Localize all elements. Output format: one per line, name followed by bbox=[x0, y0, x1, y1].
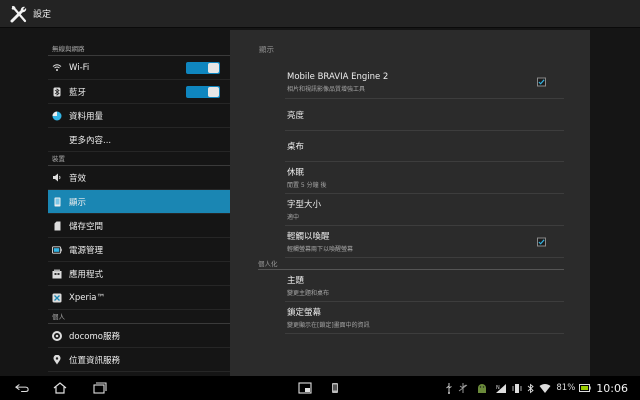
setting-title: 鎖定螢幕 bbox=[287, 308, 322, 318]
setting-tap-to-wake[interactable]: 輕觸以喚醒 輕觸螢幕兩下以喚醒螢幕 bbox=[285, 226, 564, 258]
setting-title: 桌布 bbox=[287, 142, 305, 152]
toggle-knob bbox=[208, 87, 219, 97]
setting-subtitle: 閒置 5 分鐘 後 bbox=[287, 182, 327, 189]
tap-to-wake-checkbox[interactable] bbox=[537, 237, 546, 246]
page-title: 設定 bbox=[33, 10, 52, 20]
sidebar-item-bluetooth[interactable]: 藍牙 bbox=[48, 80, 230, 104]
battery-status-icon bbox=[579, 384, 591, 392]
setting-title: 亮度 bbox=[287, 110, 305, 121]
sidebar-item-label: 更多內容... bbox=[69, 135, 112, 146]
bravia-engine-checkbox[interactable] bbox=[537, 77, 546, 87]
bluetooth-icon bbox=[52, 87, 62, 97]
setting-subtitle: 變更主題和桌布 bbox=[287, 290, 330, 297]
small-apps-icon[interactable] bbox=[298, 381, 312, 395]
sidebar-item-label: Xperia™ bbox=[69, 292, 106, 303]
setting-title: Mobile BRAVIA Engine 2 bbox=[287, 71, 389, 82]
sidebar-item-display[interactable]: 顯示 bbox=[48, 190, 230, 214]
section-header-personal: 個人 bbox=[48, 310, 230, 324]
setting-sleep[interactable]: 休眠 閒置 5 分鐘 後 bbox=[285, 162, 564, 194]
status-bar: N 81% 10:06 bbox=[445, 376, 640, 400]
sidebar-item-wifi[interactable]: Wi-Fi bbox=[48, 56, 230, 80]
screenshot-icon[interactable] bbox=[328, 381, 342, 395]
settings-tools-icon[interactable] bbox=[8, 3, 30, 25]
sidebar-item-location[interactable]: 位置資訊服務 bbox=[48, 348, 230, 372]
settings-category-list[interactable]: 無線與網路 Wi-Fi 藍牙 資料用量 更多內容... 裝置 音效 顯示 儲存空… bbox=[48, 42, 230, 376]
category-header-personalize: 個人化 bbox=[258, 258, 564, 270]
signal-icon: N bbox=[495, 383, 507, 394]
sound-icon bbox=[52, 173, 62, 183]
sidebar-item-label: 位置資訊服務 bbox=[69, 355, 121, 366]
sidebar-item-label: 電源管理 bbox=[69, 245, 104, 256]
home-icon[interactable] bbox=[53, 381, 67, 395]
battery-percentage: 81% bbox=[556, 383, 576, 393]
bluetooth-toggle[interactable] bbox=[186, 86, 220, 98]
setting-theme[interactable]: 主題 變更主題和桌布 bbox=[285, 270, 564, 302]
wifi-status-icon bbox=[539, 383, 551, 394]
sidebar-item-power[interactable]: 電源管理 bbox=[48, 238, 230, 262]
docomo-icon bbox=[52, 330, 62, 341]
sidebar-item-label: 應用程式 bbox=[69, 269, 104, 280]
sidebar-item-label: 資料用量 bbox=[69, 111, 104, 122]
sidebar-item-label: docomo服務 bbox=[69, 331, 120, 342]
xperia-icon bbox=[52, 293, 62, 303]
settings-main: 無線與網路 Wi-Fi 藍牙 資料用量 更多內容... 裝置 音效 顯示 儲存空… bbox=[0, 28, 640, 376]
bluetooth-status-icon bbox=[527, 383, 535, 394]
setting-title: 輕觸以喚醒 bbox=[287, 232, 330, 242]
setting-title: 字型大小 bbox=[287, 200, 322, 210]
battery-icon bbox=[52, 245, 62, 255]
system-navigation-bar: N 81% 10:06 bbox=[0, 376, 640, 400]
display-settings-list: Mobile BRAVIA Engine 2 相片和視訊影像品質增強工具 亮度 … bbox=[258, 66, 564, 334]
wifi-icon bbox=[52, 63, 62, 73]
setting-wallpaper[interactable]: 桌布 bbox=[285, 131, 564, 162]
sidebar-item-label: Wi-Fi bbox=[69, 62, 90, 73]
apps-icon bbox=[52, 269, 62, 279]
setting-subtitle: 適中 bbox=[287, 214, 300, 221]
sidebar-item-xperia[interactable]: Xperia™ bbox=[48, 286, 230, 310]
setting-font-size[interactable]: 字型大小 適中 bbox=[285, 194, 564, 226]
setting-title: 休眠 bbox=[287, 168, 305, 178]
check-icon bbox=[538, 79, 545, 85]
sidebar-item-data-usage[interactable]: 資料用量 bbox=[48, 104, 230, 128]
sidebar-item-sound[interactable]: 音效 bbox=[48, 166, 230, 190]
sidebar-item-label: 音效 bbox=[69, 173, 87, 184]
sidebar-item-docomo[interactable]: docomo服務 bbox=[48, 324, 230, 348]
svg-text:N: N bbox=[496, 385, 500, 391]
section-header-device: 裝置 bbox=[48, 152, 230, 166]
setting-lock-screen[interactable]: 鎖定螢幕 變更顯示在[鎖定]畫面中的資訊 bbox=[285, 302, 564, 334]
display-settings-pane[interactable]: 顯示 Mobile BRAVIA Engine 2 相片和視訊影像品質增強工具 … bbox=[230, 30, 590, 376]
setting-subtitle: 輕觸螢幕兩下以喚醒螢幕 bbox=[287, 246, 354, 253]
setting-title: 主題 bbox=[287, 276, 305, 286]
sidebar-item-label: 藍牙 bbox=[69, 87, 87, 98]
setting-bravia-engine[interactable]: Mobile BRAVIA Engine 2 相片和視訊影像品質增強工具 bbox=[285, 66, 564, 99]
section-header-wireless: 無線與網路 bbox=[48, 42, 230, 56]
pane-title: 顯示 bbox=[259, 45, 274, 54]
check-icon bbox=[538, 238, 545, 245]
vibrate-icon bbox=[512, 383, 522, 394]
setting-subtitle: 變更顯示在[鎖定]畫面中的資訊 bbox=[287, 322, 370, 329]
setting-subtitle: 相片和視訊影像品質增強工具 bbox=[287, 85, 366, 93]
storage-icon bbox=[52, 221, 62, 231]
android-icon bbox=[476, 382, 488, 395]
sidebar-item-more[interactable]: 更多內容... bbox=[48, 128, 230, 152]
back-icon[interactable] bbox=[15, 381, 29, 395]
usb-icon bbox=[445, 382, 453, 394]
data-usage-icon bbox=[52, 111, 62, 121]
sidebar-item-label: 儲存空間 bbox=[69, 221, 104, 232]
sidebar-item-storage[interactable]: 儲存空間 bbox=[48, 214, 230, 238]
display-icon bbox=[52, 197, 62, 207]
wifi-toggle[interactable] bbox=[186, 62, 220, 74]
recent-apps-icon[interactable] bbox=[93, 381, 107, 395]
sidebar-item-apps[interactable]: 應用程式 bbox=[48, 262, 230, 286]
location-icon bbox=[52, 354, 62, 365]
toggle-knob bbox=[208, 63, 219, 73]
setting-brightness[interactable]: 亮度 bbox=[285, 99, 564, 131]
usb-debugging-icon bbox=[458, 382, 468, 394]
status-clock: 10:06 bbox=[596, 381, 628, 395]
action-bar: 設定 bbox=[0, 0, 640, 28]
sidebar-item-label: 顯示 bbox=[69, 197, 87, 208]
